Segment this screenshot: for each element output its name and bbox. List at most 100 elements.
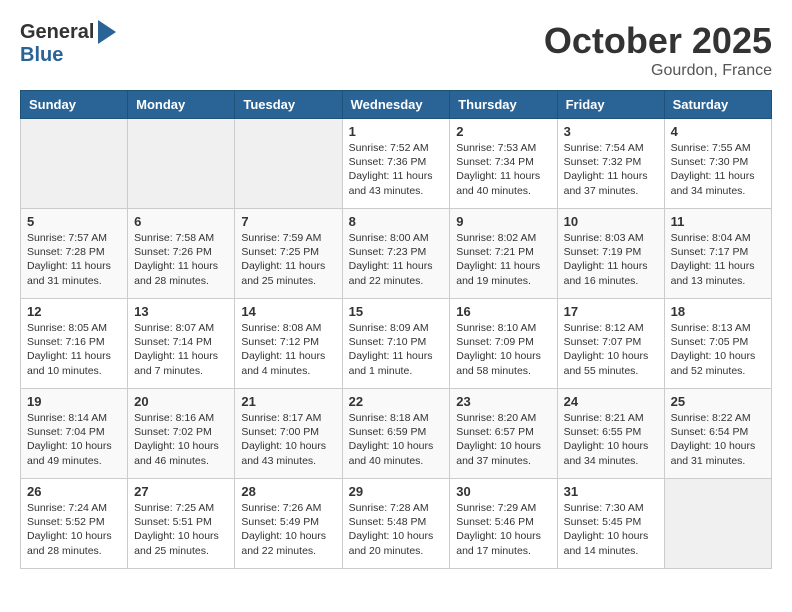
calendar-cell: 19 Sunrise: 8:14 AM Sunset: 7:04 PM Dayli… xyxy=(21,389,128,479)
day-number: 4 xyxy=(671,124,765,139)
calendar-week-row: 26 Sunrise: 7:24 AM Sunset: 5:52 PM Dayli… xyxy=(21,479,772,569)
day-info: Sunrise: 8:03 AM Sunset: 7:19 PM Dayligh… xyxy=(564,231,658,288)
day-header-sunday: Sunday xyxy=(21,91,128,119)
day-number: 20 xyxy=(134,394,228,409)
day-number: 23 xyxy=(456,394,550,409)
day-info: Sunrise: 8:07 AM Sunset: 7:14 PM Dayligh… xyxy=(134,321,228,378)
calendar-cell: 31 Sunrise: 7:30 AM Sunset: 5:45 PM Dayli… xyxy=(557,479,664,569)
day-info: Sunrise: 8:09 AM Sunset: 7:10 PM Dayligh… xyxy=(349,321,444,378)
day-info: Sunrise: 8:12 AM Sunset: 7:07 PM Dayligh… xyxy=(564,321,658,378)
day-number: 27 xyxy=(134,484,228,499)
day-info: Sunrise: 8:17 AM Sunset: 7:00 PM Dayligh… xyxy=(241,411,335,468)
day-info: Sunrise: 7:24 AM Sunset: 5:52 PM Dayligh… xyxy=(27,501,121,558)
calendar-cell: 10 Sunrise: 8:03 AM Sunset: 7:19 PM Dayli… xyxy=(557,209,664,299)
calendar-cell: 24 Sunrise: 8:21 AM Sunset: 6:55 PM Dayli… xyxy=(557,389,664,479)
calendar-cell: 26 Sunrise: 7:24 AM Sunset: 5:52 PM Dayli… xyxy=(21,479,128,569)
day-number: 2 xyxy=(456,124,550,139)
day-info: Sunrise: 7:29 AM Sunset: 5:46 PM Dayligh… xyxy=(456,501,550,558)
day-info: Sunrise: 7:26 AM Sunset: 5:49 PM Dayligh… xyxy=(241,501,335,558)
day-info: Sunrise: 7:25 AM Sunset: 5:51 PM Dayligh… xyxy=(134,501,228,558)
day-number: 22 xyxy=(349,394,444,409)
day-number: 16 xyxy=(456,304,550,319)
calendar-cell: 21 Sunrise: 8:17 AM Sunset: 7:00 PM Dayli… xyxy=(235,389,342,479)
day-number: 28 xyxy=(241,484,335,499)
calendar-cell xyxy=(664,479,771,569)
calendar-cell: 14 Sunrise: 8:08 AM Sunset: 7:12 PM Dayli… xyxy=(235,299,342,389)
calendar-cell: 15 Sunrise: 8:09 AM Sunset: 7:10 PM Dayli… xyxy=(342,299,450,389)
day-header-tuesday: Tuesday xyxy=(235,91,342,119)
day-number: 18 xyxy=(671,304,765,319)
day-number: 3 xyxy=(564,124,658,139)
day-info: Sunrise: 8:21 AM Sunset: 6:55 PM Dayligh… xyxy=(564,411,658,468)
calendar-cell: 20 Sunrise: 8:16 AM Sunset: 7:02 PM Dayli… xyxy=(128,389,235,479)
calendar-cell: 12Sunrise: 8:05 AM Sunset: 7:16 PM Dayli… xyxy=(21,299,128,389)
day-info: Sunrise: 8:10 AM Sunset: 7:09 PM Dayligh… xyxy=(456,321,550,378)
day-header-saturday: Saturday xyxy=(664,91,771,119)
day-info: Sunrise: 8:16 AM Sunset: 7:02 PM Dayligh… xyxy=(134,411,228,468)
day-number: 24 xyxy=(564,394,658,409)
calendar-cell xyxy=(21,119,128,209)
day-number: 19 xyxy=(27,394,121,409)
day-info: Sunrise: 8:20 AM Sunset: 6:57 PM Dayligh… xyxy=(456,411,550,468)
calendar-cell: 3 Sunrise: 7:54 AM Sunset: 7:32 PM Daylig… xyxy=(557,119,664,209)
day-number: 12 xyxy=(27,304,121,319)
day-number: 25 xyxy=(671,394,765,409)
day-number: 8 xyxy=(349,214,444,229)
day-header-wednesday: Wednesday xyxy=(342,91,450,119)
day-number: 30 xyxy=(456,484,550,499)
logo-blue-text: Blue xyxy=(20,44,63,67)
calendar-cell: 1 Sunrise: 7:52 AM Sunset: 7:36 PM Daylig… xyxy=(342,119,450,209)
calendar-cell: 16 Sunrise: 8:10 AM Sunset: 7:09 PM Dayli… xyxy=(450,299,557,389)
day-number: 26 xyxy=(27,484,121,499)
day-info: Sunrise: 8:08 AM Sunset: 7:12 PM Dayligh… xyxy=(241,321,335,378)
day-info: Sunrise: 7:52 AM Sunset: 7:36 PM Dayligh… xyxy=(349,141,444,198)
logo: General Blue xyxy=(20,20,116,67)
calendar-cell: 8 Sunrise: 8:00 AM Sunset: 7:23 PM Daylig… xyxy=(342,209,450,299)
day-info: Sunrise: 8:13 AM Sunset: 7:05 PM Dayligh… xyxy=(671,321,765,378)
day-header-friday: Friday xyxy=(557,91,664,119)
calendar-table: SundayMondayTuesdayWednesdayThursdayFrid… xyxy=(20,90,772,569)
day-header-monday: Monday xyxy=(128,91,235,119)
day-number: 9 xyxy=(456,214,550,229)
calendar-cell: 22Sunrise: 8:18 AM Sunset: 6:59 PM Dayli… xyxy=(342,389,450,479)
calendar-cell: 7 Sunrise: 7:59 AM Sunset: 7:25 PM Daylig… xyxy=(235,209,342,299)
calendar-cell: 9 Sunrise: 8:02 AM Sunset: 7:21 PM Daylig… xyxy=(450,209,557,299)
logo-arrow-icon xyxy=(98,20,116,44)
day-number: 21 xyxy=(241,394,335,409)
day-number: 7 xyxy=(241,214,335,229)
day-info: Sunrise: 8:04 AM Sunset: 7:17 PM Dayligh… xyxy=(671,231,765,288)
day-info: Sunrise: 7:57 AM Sunset: 7:28 PM Dayligh… xyxy=(27,231,121,288)
day-number: 17 xyxy=(564,304,658,319)
day-info: Sunrise: 7:54 AM Sunset: 7:32 PM Dayligh… xyxy=(564,141,658,198)
day-info: Sunrise: 8:00 AM Sunset: 7:23 PM Dayligh… xyxy=(349,231,444,288)
calendar-week-row: 1 Sunrise: 7:52 AM Sunset: 7:36 PM Daylig… xyxy=(21,119,772,209)
day-info: Sunrise: 7:58 AM Sunset: 7:26 PM Dayligh… xyxy=(134,231,228,288)
day-info: Sunrise: 7:59 AM Sunset: 7:25 PM Dayligh… xyxy=(241,231,335,288)
day-number: 15 xyxy=(349,304,444,319)
day-number: 29 xyxy=(349,484,444,499)
day-number: 1 xyxy=(349,124,444,139)
day-number: 11 xyxy=(671,214,765,229)
day-number: 6 xyxy=(134,214,228,229)
calendar-week-row: 12Sunrise: 8:05 AM Sunset: 7:16 PM Dayli… xyxy=(21,299,772,389)
day-info: Sunrise: 7:28 AM Sunset: 5:48 PM Dayligh… xyxy=(349,501,444,558)
day-info: Sunrise: 7:55 AM Sunset: 7:30 PM Dayligh… xyxy=(671,141,765,198)
day-number: 14 xyxy=(241,304,335,319)
calendar-cell: 17 Sunrise: 8:12 AM Sunset: 7:07 PM Dayli… xyxy=(557,299,664,389)
calendar-week-row: 19 Sunrise: 8:14 AM Sunset: 7:04 PM Dayli… xyxy=(21,389,772,479)
calendar-header-row: SundayMondayTuesdayWednesdayThursdayFrid… xyxy=(21,91,772,119)
day-number: 10 xyxy=(564,214,658,229)
day-info: Sunrise: 7:30 AM Sunset: 5:45 PM Dayligh… xyxy=(564,501,658,558)
calendar-cell: 5 Sunrise: 7:57 AM Sunset: 7:28 PM Daylig… xyxy=(21,209,128,299)
day-info: Sunrise: 8:14 AM Sunset: 7:04 PM Dayligh… xyxy=(27,411,121,468)
calendar-cell: 30 Sunrise: 7:29 AM Sunset: 5:46 PM Dayli… xyxy=(450,479,557,569)
day-info: Sunrise: 8:02 AM Sunset: 7:21 PM Dayligh… xyxy=(456,231,550,288)
day-info: Sunrise: 8:22 AM Sunset: 6:54 PM Dayligh… xyxy=(671,411,765,468)
day-number: 5 xyxy=(27,214,121,229)
calendar-cell: 11 Sunrise: 8:04 AM Sunset: 7:17 PM Dayli… xyxy=(664,209,771,299)
title-section: October 2025 Gourdon, France xyxy=(544,20,772,80)
month-title: October 2025 xyxy=(544,20,772,62)
day-number: 31 xyxy=(564,484,658,499)
calendar-cell: 28 Sunrise: 7:26 AM Sunset: 5:49 PM Dayli… xyxy=(235,479,342,569)
calendar-cell: 18 Sunrise: 8:13 AM Sunset: 7:05 PM Dayli… xyxy=(664,299,771,389)
